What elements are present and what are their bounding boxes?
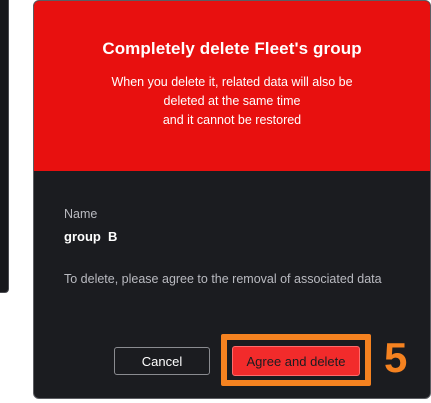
dialog-title: Completely delete Fleet's group xyxy=(102,39,362,58)
background-panel xyxy=(0,0,9,293)
cancel-button[interactable]: Cancel xyxy=(114,347,210,375)
group-name-value: group B xyxy=(64,229,118,244)
dialog-warning-message: When you delete it, related data will al… xyxy=(74,73,390,130)
agreement-text: To delete, please agree to the removal o… xyxy=(64,272,382,286)
screen: Completely delete Fleet's group When you… xyxy=(0,0,431,403)
warning-line: and it cannot be restored xyxy=(162,113,302,127)
name-label: Name xyxy=(64,207,98,221)
warning-line: When you delete it, related data will al… xyxy=(111,75,353,89)
dialog-header: Completely delete Fleet's group When you… xyxy=(34,1,430,171)
delete-group-dialog: Completely delete Fleet's group When you… xyxy=(33,0,431,399)
agree-and-delete-button[interactable]: Agree and delete xyxy=(232,346,360,376)
warning-line: deleted at the same time xyxy=(163,94,301,108)
step-number-annotation: 5 xyxy=(384,334,408,381)
